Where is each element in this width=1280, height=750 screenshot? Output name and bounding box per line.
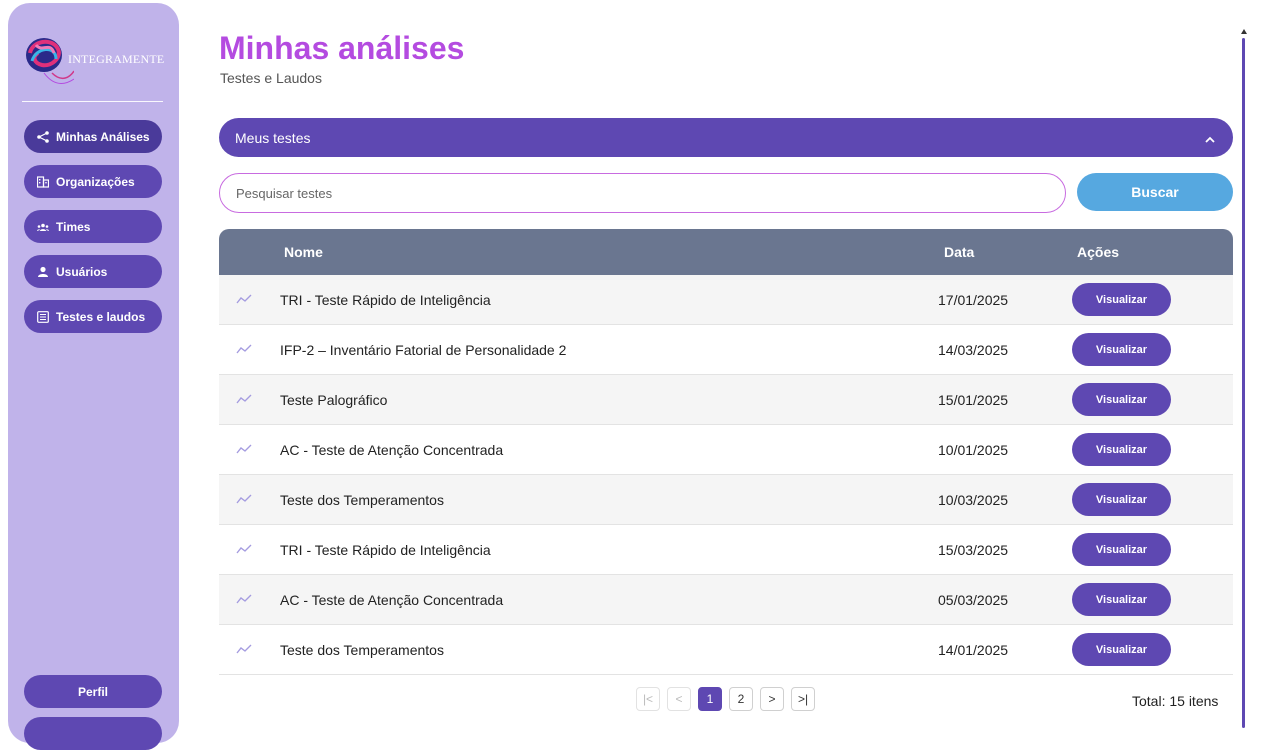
table-row: Teste Palográfico 15/01/2025 Visualizar bbox=[219, 375, 1233, 425]
test-name-cell: TRI - Teste Rápido de Inteligência bbox=[280, 292, 491, 308]
trend-line-icon bbox=[236, 294, 252, 304]
visualizar-button[interactable]: Visualizar bbox=[1072, 483, 1171, 516]
test-name-cell: AC - Teste de Atenção Concentrada bbox=[280, 442, 504, 458]
test-date-cell: 10/01/2025 bbox=[938, 442, 1009, 458]
table-row: TRI - Teste Rápido de Inteligência 17/01/… bbox=[219, 275, 1233, 325]
visualizar-button[interactable]: Visualizar bbox=[1072, 383, 1171, 416]
share-icon bbox=[37, 130, 49, 143]
table-row: AC - Teste de Atenção Concentrada 05/03/2… bbox=[219, 575, 1233, 625]
chevron-up-icon[interactable] bbox=[1205, 130, 1215, 146]
user-icon bbox=[37, 266, 49, 278]
test-date-cell: 05/03/2025 bbox=[938, 592, 1009, 608]
sidebar-item-minhas-analises[interactable]: Minhas Análises bbox=[24, 120, 162, 153]
visualizar-button[interactable]: Visualizar bbox=[1072, 533, 1171, 566]
test-date-cell: 17/01/2025 bbox=[938, 292, 1009, 308]
column-header-acoes: Ações bbox=[1077, 244, 1120, 260]
visualizar-button[interactable]: Visualizar bbox=[1072, 283, 1171, 316]
table-header: Nome Data Ações bbox=[219, 229, 1233, 275]
test-name-cell: Teste Palográfico bbox=[280, 392, 388, 408]
brand-logo[interactable]: INTEGRAMENTE bbox=[22, 33, 167, 93]
visualizar-button[interactable]: Visualizar bbox=[1072, 433, 1171, 466]
sidebar-item-label: Organizações bbox=[56, 174, 135, 189]
sidebar-nav: Minhas Análises Organizações Times Usuár… bbox=[24, 120, 162, 345]
last-page-button[interactable]: >| bbox=[791, 687, 815, 711]
trend-line-icon bbox=[236, 344, 252, 354]
scrollbar[interactable] bbox=[1242, 38, 1245, 728]
sidebar-item-label: Minhas Análises bbox=[56, 129, 150, 144]
trend-line-icon bbox=[236, 494, 252, 504]
search-input[interactable] bbox=[219, 173, 1066, 213]
pagination: |< < 1 2 > >| bbox=[636, 687, 815, 711]
brand-logo-text: INTEGRAMENTE bbox=[68, 52, 165, 66]
trend-line-icon bbox=[236, 394, 252, 404]
test-name-cell: TRI - Teste Rápido de Inteligência bbox=[280, 542, 491, 558]
scroll-up-icon[interactable] bbox=[1240, 28, 1248, 36]
search-button[interactable]: Buscar bbox=[1077, 173, 1233, 211]
sidebar-item-testes-e-laudos[interactable]: Testes e laudos bbox=[24, 300, 162, 333]
trend-line-icon bbox=[236, 544, 252, 554]
test-name-cell: Teste dos Temperamentos bbox=[280, 642, 444, 658]
trend-line-icon bbox=[236, 594, 252, 604]
table-row: IFP-2 – Inventário Fatorial de Personali… bbox=[219, 325, 1233, 375]
table-row: Teste dos Temperamentos 14/01/2025 Visuali… bbox=[219, 625, 1233, 675]
document-list-icon bbox=[37, 310, 49, 323]
test-date-cell: 15/03/2025 bbox=[938, 542, 1009, 558]
meus-testes-accordion[interactable]: Meus testes bbox=[219, 118, 1233, 157]
building-icon bbox=[37, 175, 49, 188]
test-date-cell: 14/03/2025 bbox=[938, 342, 1009, 358]
test-date-cell: 10/03/2025 bbox=[938, 492, 1009, 508]
test-date-cell: 15/01/2025 bbox=[938, 392, 1009, 408]
visualizar-button[interactable]: Visualizar bbox=[1072, 333, 1171, 366]
page-title: Minhas análises bbox=[219, 30, 465, 66]
column-header-data: Data bbox=[944, 244, 975, 260]
trend-line-icon bbox=[236, 644, 252, 654]
test-name-cell: AC - Teste de Atenção Concentrada bbox=[280, 592, 504, 608]
sidebar: INTEGRAMENTE Minhas Análises Organizaçõe… bbox=[8, 3, 179, 750]
visualizar-button[interactable]: Visualizar bbox=[1072, 633, 1171, 666]
table-body: TRI - Teste Rápido de Inteligência 17/01/… bbox=[219, 275, 1233, 675]
sidebar-divider bbox=[22, 101, 163, 102]
sidebar-item-label: Times bbox=[56, 219, 91, 234]
page-button-1[interactable]: 1 bbox=[698, 687, 722, 711]
sidebar-item-organizacoes[interactable]: Organizações bbox=[24, 165, 162, 198]
sidebar-bottom-button[interactable] bbox=[24, 717, 162, 750]
test-name-cell: IFP-2 – Inventário Fatorial de Personali… bbox=[280, 342, 567, 358]
sidebar-item-usuarios[interactable]: Usuários bbox=[24, 255, 162, 288]
test-date-cell: 14/01/2025 bbox=[938, 642, 1009, 658]
visualizar-button[interactable]: Visualizar bbox=[1072, 583, 1171, 616]
page-button-2[interactable]: 2 bbox=[729, 687, 753, 711]
page-subtitle: Testes e Laudos bbox=[220, 70, 322, 86]
perfil-button[interactable]: Perfil bbox=[24, 675, 162, 708]
sidebar-item-times[interactable]: Times bbox=[24, 210, 162, 243]
test-name-cell: Teste dos Temperamentos bbox=[280, 492, 444, 508]
accordion-label: Meus testes bbox=[235, 129, 311, 146]
next-page-button[interactable]: > bbox=[760, 687, 784, 711]
team-icon bbox=[37, 221, 49, 233]
brain-logo-icon bbox=[26, 38, 74, 84]
table-row: TRI - Teste Rápido de Inteligência 15/03/… bbox=[219, 525, 1233, 575]
sidebar-item-label: Usuários bbox=[56, 264, 108, 279]
sidebar-item-label: Testes e laudos bbox=[56, 309, 146, 324]
table-row: Teste dos Temperamentos 10/03/2025 Visuali… bbox=[219, 475, 1233, 525]
column-header-nome: Nome bbox=[284, 244, 323, 260]
tests-table: Nome Data Ações TRI - Teste Rápido de In… bbox=[219, 229, 1233, 675]
first-page-button[interactable]: |< bbox=[636, 687, 660, 711]
prev-page-button[interactable]: < bbox=[667, 687, 691, 711]
trend-line-icon bbox=[236, 444, 252, 454]
total-items-label: Total: 15 itens bbox=[1132, 693, 1219, 709]
table-row: AC - Teste de Atenção Concentrada 10/01/2… bbox=[219, 425, 1233, 475]
